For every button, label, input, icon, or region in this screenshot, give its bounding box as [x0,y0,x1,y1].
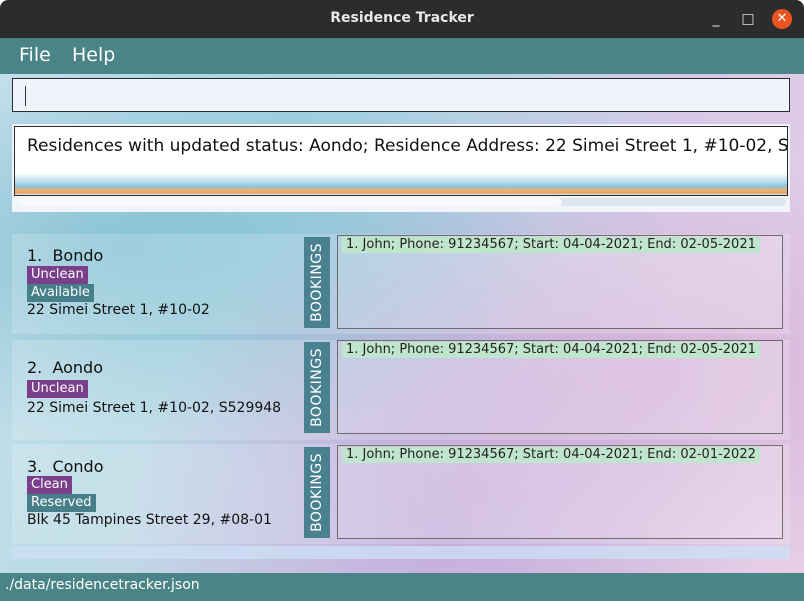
bookings-label: BOOKINGS [304,237,330,328]
text-caret [25,86,26,106]
bookings-list[interactable]: 1. John; Phone: 91234567; Start: 04-04-2… [337,235,783,329]
command-input[interactable] [13,79,789,111]
result-display-panel: Residences with updated status: Aondo; R… [12,124,790,212]
residence-card[interactable]: 2. Aondo Unclean 22 Simei Street 1, #10-… [12,340,790,440]
bookings-label-text: BOOKINGS [309,243,325,322]
residence-name-text: Aondo [52,358,103,377]
residence-card[interactable]: 3. Condo Clean Reserved Blk 45 Tampines … [12,444,790,544]
clean-status-badge: Unclean [27,266,88,284]
bookings-list[interactable]: 1. John; Phone: 91234567; Start: 04-04-2… [337,445,783,539]
status-bar: ./data/residencetracker.json [0,573,804,601]
residence-name: 1. Bondo [27,246,103,265]
booking-item[interactable]: 1. John; Phone: 91234567; Start: 04-04-2… [342,342,760,358]
residence-card[interactable]: 1. Bondo Unclean Available 22 Simei Stre… [12,234,790,334]
bookings-label-text: BOOKINGS [309,348,325,427]
menu-bar: File Help [0,38,804,74]
clean-status-badge: Clean [27,476,72,494]
residence-name: 2. Aondo [27,358,103,377]
residence-name: 3. Condo [27,457,103,476]
scrollbar-thumb[interactable] [18,198,562,206]
residence-index: 1. [27,246,43,265]
residence-name-text: Condo [52,457,104,476]
residence-index: 2. [27,358,43,377]
clean-status-badge: Unclean [27,380,88,398]
availability-badge: Reserved [27,494,96,512]
maximize-icon[interactable]: □ [738,9,758,29]
residence-address: Blk 45 Tampines Street 29, #08-01 [27,512,272,528]
bookings-list[interactable]: 1. John; Phone: 91234567; Start: 04-04-2… [337,340,783,434]
minimize-icon[interactable]: _ [706,9,726,29]
booking-item[interactable]: 1. John; Phone: 91234567; Start: 04-04-2… [342,237,760,253]
result-decoration [15,173,787,195]
residence-name-text: Bondo [52,246,104,265]
list-bottom-strip [12,546,790,559]
window-titlebar: Residence Tracker _ □ ✕ [0,0,804,38]
availability-badge: Available [27,284,94,302]
data-file-path: ./data/residencetracker.json [5,577,200,593]
booking-item[interactable]: 1. John; Phone: 91234567; Start: 04-04-2… [342,447,760,463]
bookings-label: BOOKINGS [304,342,330,433]
residence-list[interactable]: 1. Bondo Unclean Available 22 Simei Stre… [12,234,790,560]
bookings-label-text: BOOKINGS [309,453,325,532]
result-display: Residences with updated status: Aondo; R… [14,126,788,196]
menu-file[interactable]: File [19,44,51,66]
result-horizontal-scrollbar[interactable] [18,198,786,206]
residence-index: 3. [27,457,43,476]
residence-address: 22 Simei Street 1, #10-02 [27,302,210,318]
residence-address: 22 Simei Street 1, #10-02, S529948 [27,400,282,416]
command-box[interactable] [12,78,790,112]
bookings-label: BOOKINGS [304,447,330,538]
menu-help[interactable]: Help [72,44,115,66]
close-icon[interactable]: ✕ [772,9,792,29]
window-title: Residence Tracker [330,10,474,26]
result-text: Residences with updated status: Aondo; R… [27,136,788,156]
